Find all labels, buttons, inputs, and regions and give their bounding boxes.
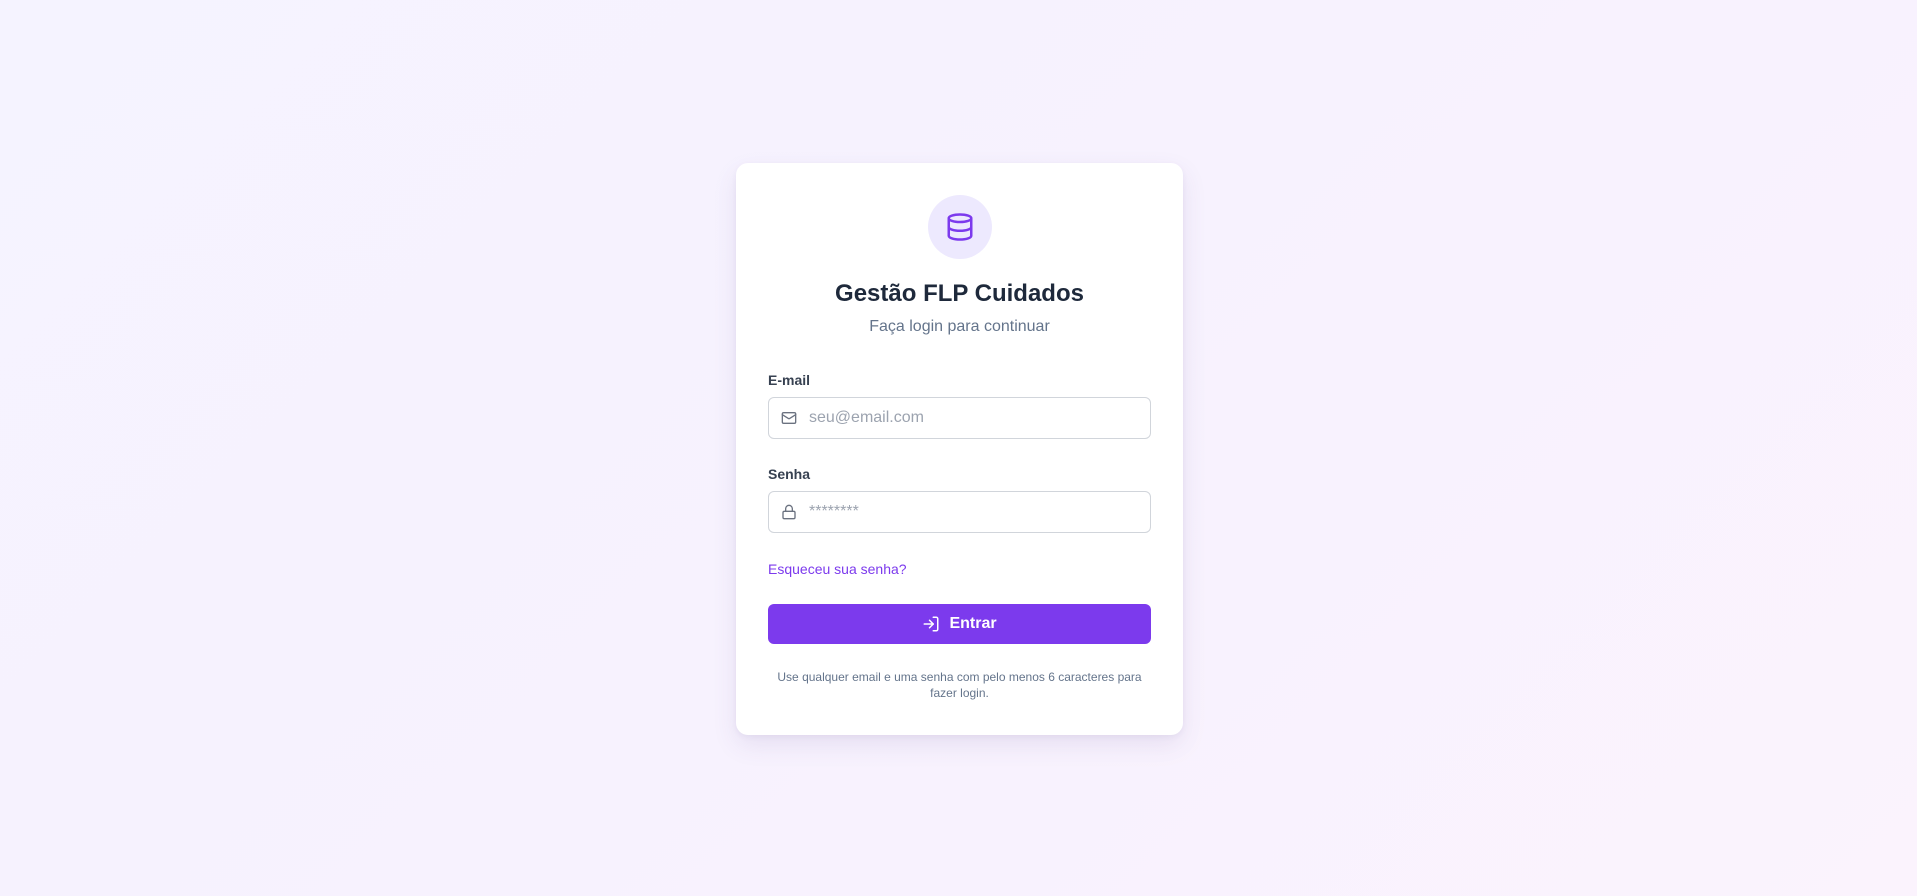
lock-icon [781,504,797,520]
login-hint: Use qualquer email e uma senha com pelo … [777,670,1142,700]
login-button-label: Entrar [949,615,997,632]
password-input[interactable] [769,492,1150,532]
email-field-wrapper [768,397,1151,439]
app-title: Gestão FLP Cuidados [835,280,1084,307]
database-icon [947,213,972,241]
password-field-wrapper [768,491,1151,533]
logo-badge [927,195,992,259]
log-in-icon [923,616,939,632]
login-button[interactable]: Entrar [768,604,1151,644]
login-form: E-mail Senha Esqueceu sua senha? [768,371,1151,701]
login-subtitle: Faça login para continuar [869,318,1050,335]
mail-icon [781,410,797,426]
email-input[interactable] [769,398,1150,438]
email-label: E-mail [768,372,811,388]
password-label: Senha [768,466,811,482]
forgot-password-link[interactable]: Esqueceu sua senha? [768,560,907,578]
login-card: Gestão FLP Cuidados Faça login para cont… [736,163,1183,735]
